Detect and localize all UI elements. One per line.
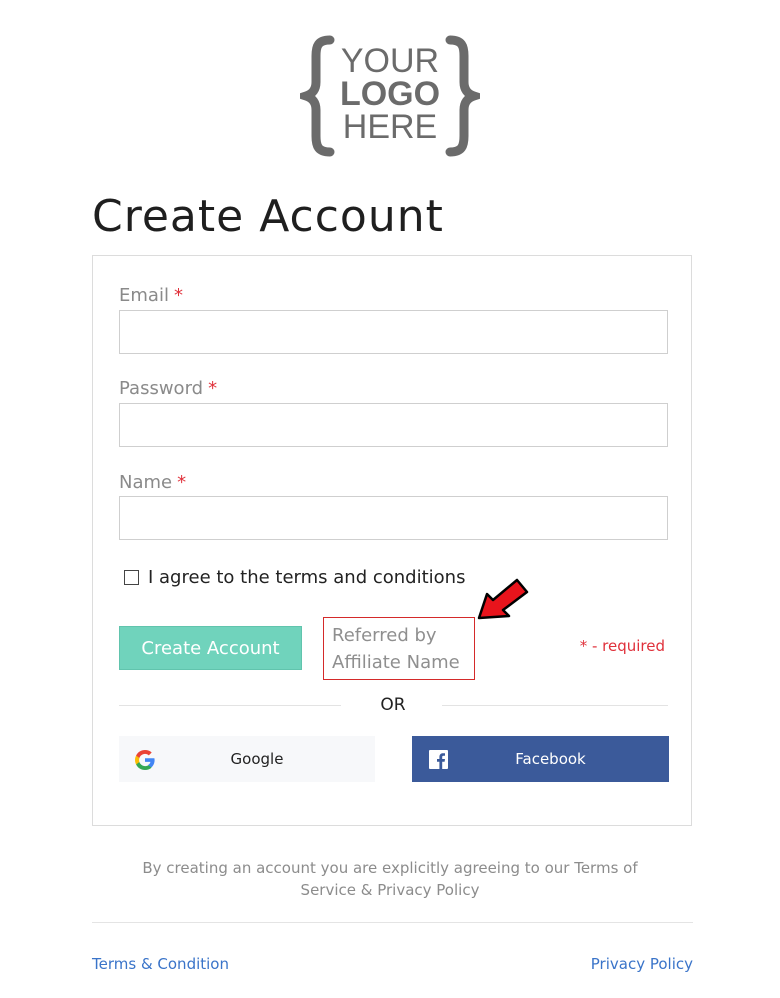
disclaimer-line2: Service & Privacy Policy <box>300 881 480 899</box>
page-title: Create Account <box>92 191 444 242</box>
or-divider-right <box>442 705 668 706</box>
footer-divider <box>92 922 693 923</box>
required-asterisk: * <box>177 472 187 493</box>
terms-agree-label: I agree to the terms and conditions <box>148 566 466 588</box>
google-signin-button[interactable]: Google <box>119 736 375 782</box>
brand-logo: YOUR LOGO HERE <box>300 35 480 157</box>
disclaimer-line1: By creating an account you are explicitl… <box>142 859 638 877</box>
or-divider-left <box>119 705 341 706</box>
red-arrow-icon <box>477 578 529 620</box>
facebook-signin-button[interactable]: Facebook <box>412 736 669 782</box>
logo-text-line3: HERE <box>343 108 437 146</box>
required-asterisk: * <box>173 285 183 306</box>
email-field[interactable] <box>119 310 668 354</box>
password-label: Password * <box>119 377 217 401</box>
required-asterisk: * <box>208 378 218 399</box>
name-label-text: Name <box>119 472 173 493</box>
terms-agree-row: I agree to the terms and conditions <box>124 565 465 589</box>
signup-form-card: Email * Password * Name * I agree to the te… <box>92 255 692 826</box>
create-account-button[interactable]: Create Account <box>119 626 302 670</box>
password-field[interactable] <box>119 403 668 447</box>
password-label-text: Password <box>119 378 204 399</box>
terms-disclaimer: By creating an account you are explicitl… <box>120 857 660 901</box>
name-label: Name * <box>119 471 186 495</box>
email-label: Email * <box>119 284 183 308</box>
privacy-policy-link[interactable]: Privacy Policy <box>591 955 693 973</box>
affiliate-name: Affiliate Name <box>332 652 460 673</box>
facebook-button-label: Facebook <box>515 750 586 768</box>
email-label-text: Email <box>119 285 169 306</box>
referred-by-affiliate-box: Referred by Affiliate Name <box>323 617 475 680</box>
terms-checkbox[interactable] <box>124 569 139 585</box>
terms-condition-link[interactable]: Terms & Condition <box>92 955 229 973</box>
name-field[interactable] <box>119 496 668 540</box>
or-separator-text: OR <box>380 695 406 715</box>
required-note: * - required <box>579 637 665 655</box>
referred-by-label: Referred by <box>332 625 437 646</box>
google-button-label: Google <box>230 750 284 768</box>
